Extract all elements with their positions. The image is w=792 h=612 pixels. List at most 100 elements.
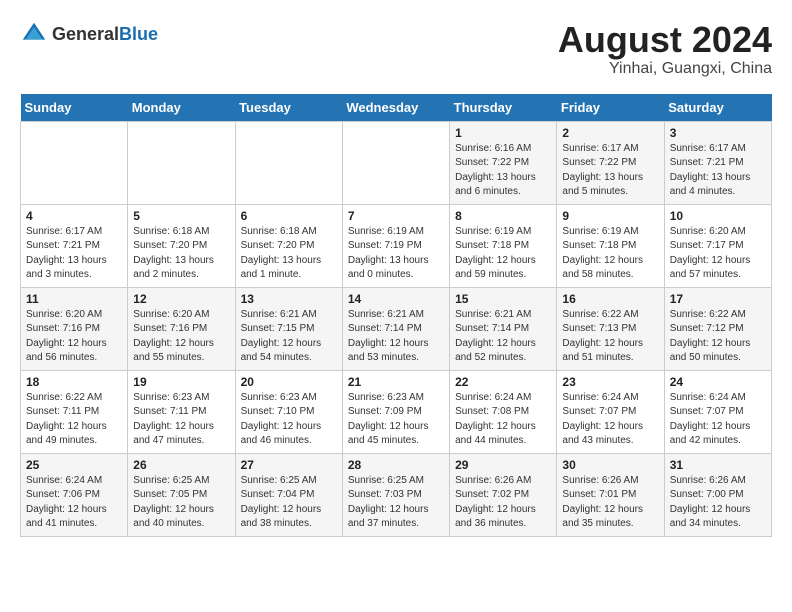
day-info: Sunrise: 6:24 AM Sunset: 7:07 PM Dayligh… [670,391,766,449]
day-number: 12 [133,292,229,306]
day-info: Sunrise: 6:18 AM Sunset: 7:20 PM Dayligh… [133,225,229,283]
day-number: 15 [455,292,551,306]
day-number: 16 [562,292,658,306]
day-number: 23 [562,375,658,389]
logo: GeneralBlue [20,20,158,48]
calendar-cell: 30 Sunrise: 6:26 AM Sunset: 7:01 PM Dayli… [557,453,664,536]
days-of-week-row: SundayMondayTuesdayWednesdayThursdayFrid… [21,94,772,122]
day-number: 19 [133,375,229,389]
calendar-cell: 14 Sunrise: 6:21 AM Sunset: 7:14 PM Dayli… [342,287,449,370]
calendar-cell [21,121,128,204]
calendar-cell: 27 Sunrise: 6:25 AM Sunset: 7:04 PM Dayli… [235,453,342,536]
day-number: 2 [562,126,658,140]
day-number: 20 [241,375,337,389]
day-of-week-header: Wednesday [342,94,449,122]
location-subtitle: Yinhai, Guangxi, China [558,60,772,78]
calendar-cell: 6 Sunrise: 6:18 AM Sunset: 7:20 PM Daylig… [235,204,342,287]
calendar-cell: 31Sunrise: 6:26 AM Sunset: 7:00 PM Dayli… [664,453,771,536]
day-info: Sunrise: 6:24 AM Sunset: 7:08 PM Dayligh… [455,391,551,449]
day-info: Sunrise: 6:19 AM Sunset: 7:18 PM Dayligh… [562,225,658,283]
day-number: 25 [26,458,122,472]
calendar-cell: 23 Sunrise: 6:24 AM Sunset: 7:07 PM Dayli… [557,370,664,453]
calendar-cell: 20 Sunrise: 6:23 AM Sunset: 7:10 PM Dayli… [235,370,342,453]
logo-icon [20,20,48,48]
day-info: Sunrise: 6:20 AM Sunset: 7:16 PM Dayligh… [133,308,229,366]
day-number: 13 [241,292,337,306]
day-of-week-header: Monday [128,94,235,122]
day-number: 14 [348,292,444,306]
calendar-cell: 24 Sunrise: 6:24 AM Sunset: 7:07 PM Dayli… [664,370,771,453]
day-number: 6 [241,209,337,223]
calendar-cell: 26Sunrise: 6:25 AM Sunset: 7:05 PM Dayli… [128,453,235,536]
day-info: Sunrise: 6:23 AM Sunset: 7:10 PM Dayligh… [241,391,337,449]
calendar-cell: 17Sunrise: 6:22 AM Sunset: 7:12 PM Dayli… [664,287,771,370]
day-info: Sunrise: 6:26 AM Sunset: 7:02 PM Dayligh… [455,474,551,532]
calendar-week-row: 11 Sunrise: 6:20 AM Sunset: 7:16 PM Dayli… [21,287,772,370]
calendar-week-row: 4Sunrise: 6:17 AM Sunset: 7:21 PM Daylig… [21,204,772,287]
day-of-week-header: Tuesday [235,94,342,122]
day-number: 24 [670,375,766,389]
day-number: 10 [670,209,766,223]
day-of-week-header: Saturday [664,94,771,122]
day-number: 30 [562,458,658,472]
day-info: Sunrise: 6:16 AM Sunset: 7:22 PM Dayligh… [455,142,551,200]
calendar-cell: 18 Sunrise: 6:22 AM Sunset: 7:11 PM Dayli… [21,370,128,453]
day-of-week-header: Sunday [21,94,128,122]
day-info: Sunrise: 6:25 AM Sunset: 7:04 PM Dayligh… [241,474,337,532]
calendar-cell: 19Sunrise: 6:23 AM Sunset: 7:11 PM Dayli… [128,370,235,453]
day-number: 18 [26,375,122,389]
calendar-cell: 11Sunrise: 6:20 AM Sunset: 7:16 PM Dayli… [21,287,128,370]
calendar-cell [128,121,235,204]
calendar-cell: 3Sunrise: 6:17 AM Sunset: 7:21 PM Daylig… [664,121,771,204]
day-number: 27 [241,458,337,472]
calendar-cell [342,121,449,204]
day-number: 1 [455,126,551,140]
calendar-cell: 25Sunrise: 6:24 AM Sunset: 7:06 PM Dayli… [21,453,128,536]
day-info: Sunrise: 6:23 AM Sunset: 7:09 PM Dayligh… [348,391,444,449]
day-info: Sunrise: 6:21 AM Sunset: 7:14 PM Dayligh… [348,308,444,366]
title-block: August 2024 Yinhai, Guangxi, China [558,20,772,78]
day-number: 22 [455,375,551,389]
day-number: 9 [562,209,658,223]
day-of-week-header: Friday [557,94,664,122]
day-info: Sunrise: 6:22 AM Sunset: 7:12 PM Dayligh… [670,308,766,366]
calendar-cell: 5 Sunrise: 6:18 AM Sunset: 7:20 PM Daylig… [128,204,235,287]
calendar-cell: 4Sunrise: 6:17 AM Sunset: 7:21 PM Daylig… [21,204,128,287]
day-info: Sunrise: 6:21 AM Sunset: 7:15 PM Dayligh… [241,308,337,366]
calendar-body: 1 Sunrise: 6:16 AM Sunset: 7:22 PM Daylig… [21,121,772,536]
day-number: 21 [348,375,444,389]
day-number: 11 [26,292,122,306]
day-info: Sunrise: 6:24 AM Sunset: 7:07 PM Dayligh… [562,391,658,449]
calendar-cell: 22 Sunrise: 6:24 AM Sunset: 7:08 PM Dayli… [450,370,557,453]
day-info: Sunrise: 6:22 AM Sunset: 7:11 PM Dayligh… [26,391,122,449]
calendar-cell: 10Sunrise: 6:20 AM Sunset: 7:17 PM Dayli… [664,204,771,287]
day-number: 31 [670,458,766,472]
page-header: GeneralBlue August 2024 Yinhai, Guangxi,… [20,20,772,78]
month-year-title: August 2024 [558,20,772,60]
day-number: 5 [133,209,229,223]
calendar-cell: 2 Sunrise: 6:17 AM Sunset: 7:22 PM Daylig… [557,121,664,204]
day-number: 26 [133,458,229,472]
calendar-cell: 29Sunrise: 6:26 AM Sunset: 7:02 PM Dayli… [450,453,557,536]
calendar-cell: 16Sunrise: 6:22 AM Sunset: 7:13 PM Dayli… [557,287,664,370]
day-info: Sunrise: 6:26 AM Sunset: 7:01 PM Dayligh… [562,474,658,532]
day-info: Sunrise: 6:21 AM Sunset: 7:14 PM Dayligh… [455,308,551,366]
calendar-table: SundayMondayTuesdayWednesdayThursdayFrid… [20,94,772,537]
day-info: Sunrise: 6:17 AM Sunset: 7:21 PM Dayligh… [26,225,122,283]
calendar-cell: 12 Sunrise: 6:20 AM Sunset: 7:16 PM Dayli… [128,287,235,370]
day-number: 28 [348,458,444,472]
calendar-cell: 8Sunrise: 6:19 AM Sunset: 7:18 PM Daylig… [450,204,557,287]
calendar-week-row: 18 Sunrise: 6:22 AM Sunset: 7:11 PM Dayli… [21,370,772,453]
calendar-week-row: 1 Sunrise: 6:16 AM Sunset: 7:22 PM Daylig… [21,121,772,204]
day-info: Sunrise: 6:17 AM Sunset: 7:22 PM Dayligh… [562,142,658,200]
day-number: 8 [455,209,551,223]
day-number: 3 [670,126,766,140]
calendar-cell [235,121,342,204]
day-info: Sunrise: 6:25 AM Sunset: 7:03 PM Dayligh… [348,474,444,532]
day-of-week-header: Thursday [450,94,557,122]
day-info: Sunrise: 6:19 AM Sunset: 7:19 PM Dayligh… [348,225,444,283]
calendar-cell: 15 Sunrise: 6:21 AM Sunset: 7:14 PM Dayli… [450,287,557,370]
calendar-cell: 9 Sunrise: 6:19 AM Sunset: 7:18 PM Daylig… [557,204,664,287]
day-info: Sunrise: 6:18 AM Sunset: 7:20 PM Dayligh… [241,225,337,283]
calendar-cell: 1 Sunrise: 6:16 AM Sunset: 7:22 PM Daylig… [450,121,557,204]
